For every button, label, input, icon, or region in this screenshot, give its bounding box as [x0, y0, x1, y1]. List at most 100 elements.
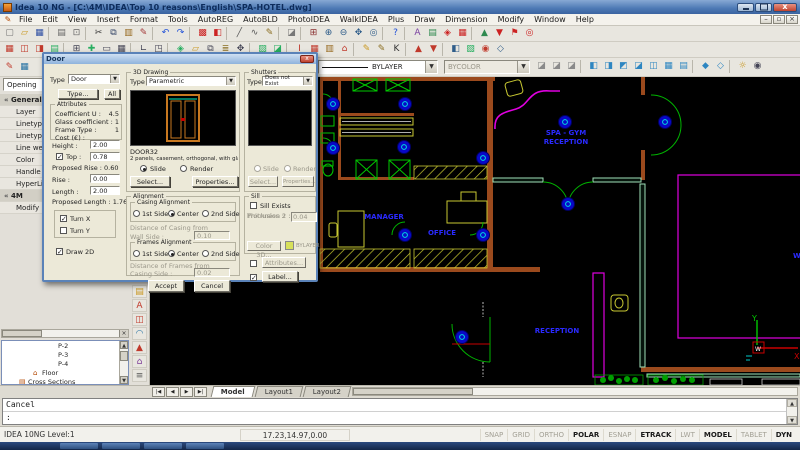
- help-icon[interactable]: ?: [388, 27, 403, 40]
- cancel-button[interactable]: Cancel: [194, 280, 230, 292]
- type-button[interactable]: Type...: [58, 89, 98, 99]
- diamond-icon[interactable]: ◇: [493, 43, 508, 56]
- kerning-icon[interactable]: K: [389, 43, 404, 56]
- tree-item[interactable]: P-4: [2, 360, 119, 369]
- roof-tool-icon[interactable]: ▲: [132, 341, 147, 354]
- lower-icon[interactable]: ▼: [492, 27, 507, 40]
- status-toggle[interactable]: ESNAP: [603, 429, 635, 441]
- triangle-down-icon[interactable]: ▼: [426, 43, 441, 56]
- opening-tool-icon[interactable]: ◫: [17, 43, 32, 56]
- polyline-icon[interactable]: ∿: [247, 27, 262, 40]
- shutters-type-combo[interactable]: Does not Exist ▼: [262, 76, 313, 86]
- menu-item[interactable]: Draw: [409, 15, 440, 24]
- horizontal-scrollbar[interactable]: ×: [1, 329, 129, 338]
- casing-2nd-side-radio[interactable]: [202, 210, 209, 217]
- match-properties-icon[interactable]: ✎: [2, 61, 17, 74]
- toolbar-separator[interactable]: [405, 43, 410, 56]
- redline-icon[interactable]: ▩: [195, 27, 210, 40]
- turn-y-checkbox[interactable]: [60, 227, 67, 234]
- model-tree-icon[interactable]: ▤: [132, 285, 147, 298]
- snap-settings-icon[interactable]: ◈: [440, 27, 455, 40]
- toolbar-separator[interactable]: [189, 27, 194, 40]
- tabs-scrollbar[interactable]: [352, 387, 798, 396]
- view-sw-icon[interactable]: ▦: [661, 60, 676, 73]
- dialog-title-bar[interactable]: Door x: [44, 54, 316, 64]
- status-toggle[interactable]: GRID: [507, 429, 534, 441]
- home-icon[interactable]: ⌂: [337, 43, 352, 56]
- mdi-close-button[interactable]: ×: [786, 15, 798, 24]
- all-button[interactable]: All: [104, 89, 120, 99]
- zoom-window-icon[interactable]: ⊞: [306, 27, 321, 40]
- arc-tool-icon[interactable]: ◠: [132, 327, 147, 340]
- raise-icon[interactable]: ▲: [477, 27, 492, 40]
- zoom-extents-icon[interactable]: ◎: [366, 27, 381, 40]
- chevron-down-icon[interactable]: ▼: [517, 61, 529, 73]
- menu-item[interactable]: PhotoIDEA: [283, 15, 335, 24]
- copy-icon[interactable]: ⧉: [106, 27, 121, 40]
- layers-icon[interactable]: ▤: [425, 27, 440, 40]
- toolbar-separator[interactable]: [729, 60, 734, 73]
- taskbar-window-button[interactable]: [144, 443, 182, 449]
- taskbar-window-button[interactable]: [102, 443, 140, 449]
- scroll-down-icon[interactable]: ▼: [787, 416, 797, 424]
- diamond-3d-outline-icon[interactable]: ◇: [713, 60, 728, 73]
- menu-item[interactable]: View: [63, 15, 92, 24]
- status-toggle[interactable]: ORTHO: [534, 429, 568, 441]
- draw-2d-checkbox[interactable]: [56, 248, 63, 255]
- toolbar-separator[interactable]: [85, 27, 90, 40]
- shutters-select-button[interactable]: Select...: [248, 176, 278, 187]
- hatch-icon[interactable]: ▧: [463, 43, 478, 56]
- tree-item[interactable]: ⌂ Floor: [2, 369, 119, 378]
- view-iso-icon[interactable]: ◫: [646, 60, 661, 73]
- tab-nav-button[interactable]: ▶|: [194, 387, 207, 397]
- menu-item[interactable]: Edit: [37, 15, 63, 24]
- view-front-icon[interactable]: ◨: [601, 60, 616, 73]
- shade-1-icon[interactable]: ◪: [534, 60, 549, 73]
- format-painter-icon[interactable]: ✎: [136, 27, 151, 40]
- scroll-up-icon[interactable]: ▲: [787, 399, 797, 407]
- layout-tab[interactable]: Model: [211, 386, 256, 397]
- target-icon[interactable]: ◎: [522, 27, 537, 40]
- cut-icon[interactable]: ✂: [91, 27, 106, 40]
- paste-icon[interactable]: ▥: [121, 27, 136, 40]
- chevron-down-icon[interactable]: ▼: [110, 75, 119, 83]
- chevron-down-icon[interactable]: ▼: [226, 77, 235, 85]
- list-tool-icon[interactable]: ≡: [132, 369, 147, 382]
- view-top-icon[interactable]: ◧: [586, 60, 601, 73]
- status-toggle[interactable]: MODEL: [699, 429, 736, 441]
- print-icon[interactable]: ▤: [54, 27, 69, 40]
- close-icon[interactable]: ×: [119, 330, 128, 337]
- drawing-3d-type-combo[interactable]: Parametric ▼: [146, 76, 236, 86]
- light-icon[interactable]: ☼: [735, 60, 750, 73]
- color-combo[interactable]: BYCOLOR ▼: [444, 60, 530, 74]
- status-toggle[interactable]: LWT: [675, 429, 698, 441]
- shutters-render-radio[interactable]: [284, 165, 291, 172]
- camera-icon[interactable]: ◉: [750, 60, 765, 73]
- spell-icon[interactable]: A: [410, 27, 425, 40]
- scrollbar-thumb[interactable]: [353, 388, 473, 395]
- rise-field[interactable]: 0.00: [90, 174, 120, 183]
- view-back-icon[interactable]: ◪: [631, 60, 646, 73]
- scrollbar-thumb[interactable]: [120, 351, 128, 361]
- render-radio[interactable]: [180, 165, 187, 172]
- status-toggle[interactable]: POLAR: [568, 429, 603, 441]
- tree-item[interactable]: ▤ Cross Sections: [2, 378, 119, 384]
- view-se-icon[interactable]: ▤: [676, 60, 691, 73]
- menu-item[interactable]: AutoREG: [193, 15, 238, 24]
- zoom-in-icon[interactable]: ⊕: [321, 27, 336, 40]
- wall-tool-icon[interactable]: ▦: [2, 43, 17, 56]
- frames-center-radio[interactable]: [168, 250, 175, 257]
- undo-icon[interactable]: ↶: [158, 27, 173, 40]
- menu-item[interactable]: Window: [529, 15, 571, 24]
- taskbar-window-button[interactable]: [186, 443, 224, 449]
- line-icon[interactable]: ╱: [232, 27, 247, 40]
- accept-button[interactable]: Accept: [148, 280, 184, 292]
- layout-tab[interactable]: Layout1: [255, 386, 304, 397]
- dialog-close-button[interactable]: x: [300, 55, 314, 63]
- toolbar-separator[interactable]: [353, 43, 358, 56]
- toolbar-separator[interactable]: [580, 60, 585, 73]
- properties-button[interactable]: Properties...: [192, 176, 238, 187]
- top-field[interactable]: 0.78: [90, 152, 120, 161]
- slide-radio[interactable]: [140, 165, 147, 172]
- turn-x-checkbox[interactable]: [60, 215, 67, 222]
